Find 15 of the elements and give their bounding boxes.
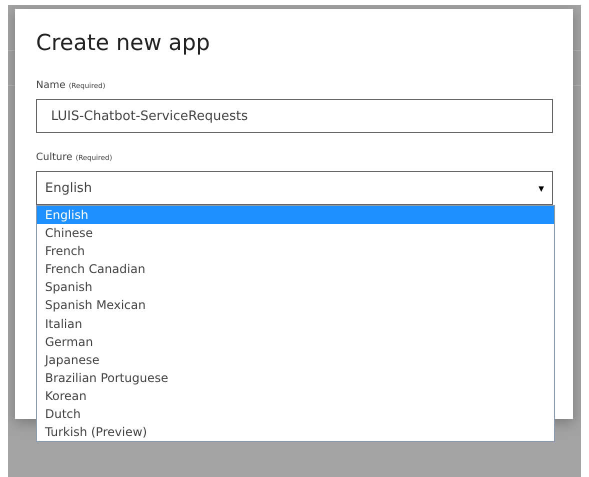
dropdown-option[interactable]: French Canadian [37, 260, 554, 278]
dropdown-option[interactable]: Korean [37, 386, 554, 406]
dropdown-option[interactable]: Spanish [37, 278, 554, 296]
dropdown-option[interactable]: Dutch [37, 405, 554, 424]
dropdown-option[interactable]: Italian [37, 314, 554, 333]
dropdown-option[interactable]: Turkish (Preview) [37, 423, 554, 442]
caret-icon: ▾ [538, 182, 544, 194]
dropdown-option[interactable]: Spanish Mexican [37, 296, 554, 315]
dropdown-option[interactable]: German [37, 332, 554, 351]
dropdown-option[interactable]: French [37, 242, 554, 260]
dropdown-option[interactable]: Chinese [37, 224, 554, 242]
name-field[interactable]: LUIS-Chatbot-ServiceRequests [36, 99, 553, 133]
dropdown-option[interactable]: Japanese [37, 350, 554, 369]
dropdown-option[interactable]: Brazilian Portuguese [37, 368, 554, 387]
dialog-title: Create new app [36, 30, 211, 58]
